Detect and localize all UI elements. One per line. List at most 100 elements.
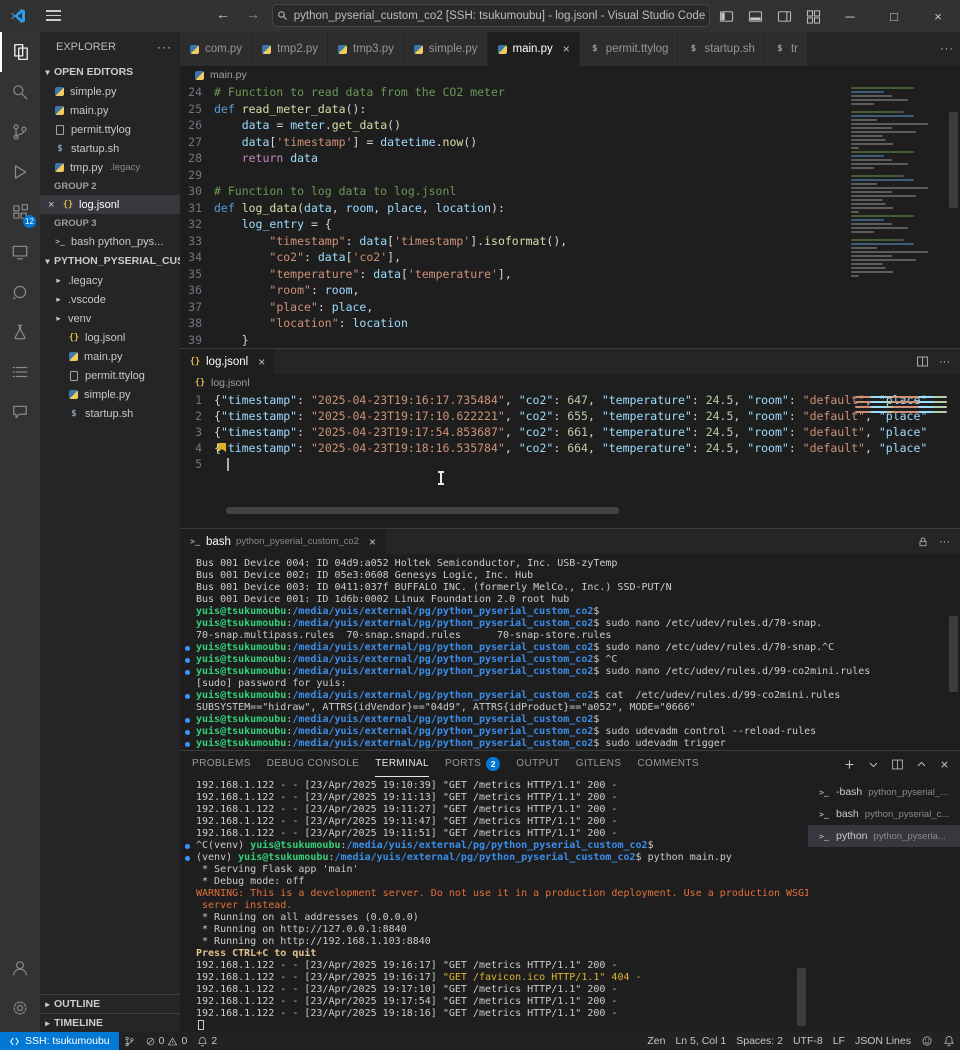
toggle-secondary-sidebar-icon[interactable] bbox=[770, 0, 799, 32]
tree-folder--legacy[interactable]: ▸.legacy bbox=[40, 271, 180, 290]
section-open-editors[interactable]: ▾OPEN EDITORS bbox=[40, 62, 180, 82]
maximize-panel-icon[interactable] bbox=[916, 759, 927, 770]
sidebar-item-bash-python-pys-[interactable]: >_bash python_pys... bbox=[40, 232, 180, 251]
activity-testing-icon[interactable] bbox=[0, 312, 40, 352]
command-decoration-icon[interactable] bbox=[185, 844, 190, 849]
minimize-button[interactable]: ─ bbox=[828, 0, 872, 32]
tab-overflow-icon[interactable]: ··· bbox=[934, 32, 960, 66]
tree-folder-venv[interactable]: ▸venv bbox=[40, 309, 180, 328]
scrollbar[interactable] bbox=[947, 84, 960, 348]
status-item-zen[interactable]: Zen bbox=[642, 1032, 670, 1050]
breadcrumb[interactable]: main.py bbox=[180, 66, 960, 84]
lock-icon[interactable] bbox=[917, 536, 929, 548]
close-icon[interactable]: × bbox=[48, 199, 57, 211]
command-decoration-icon[interactable] bbox=[185, 730, 190, 735]
activity-remote-explorer-icon[interactable] bbox=[0, 232, 40, 272]
close-icon[interactable]: × bbox=[258, 355, 265, 369]
launch-profile-chevron-icon[interactable] bbox=[868, 759, 879, 770]
editor-tab-tmp3-py[interactable]: tmp3.py bbox=[328, 32, 404, 66]
activity-jupyter-icon[interactable] bbox=[0, 272, 40, 312]
command-decoration-icon[interactable] bbox=[185, 670, 190, 675]
section-timeline[interactable]: ▸TIMELINE bbox=[40, 1013, 180, 1032]
editor-tab-com-py[interactable]: com.py bbox=[180, 32, 252, 66]
activity-account-icon[interactable] bbox=[0, 948, 40, 988]
tree-file-simple-py[interactable]: simple.py bbox=[40, 385, 180, 404]
terminal-editor[interactable]: Bus 001 Device 004: ID 04d9:a052 Holtek … bbox=[180, 554, 960, 751]
activity-comments-icon[interactable] bbox=[0, 392, 40, 432]
remote-indicator[interactable]: SSH: tsukumoubu bbox=[0, 1032, 119, 1050]
panel-tab-problems[interactable]: PROBLEMS bbox=[192, 751, 251, 777]
terminal-list-item-bash[interactable]: >_bashpython_pyserial_c... bbox=[808, 803, 960, 825]
editor-tab-log-jsonl[interactable]: {} log.jsonl × bbox=[180, 349, 275, 374]
tree-folder--vscode[interactable]: ▸.vscode bbox=[40, 290, 180, 309]
notifications-bell-icon[interactable] bbox=[938, 1032, 960, 1050]
nav-forward-icon[interactable]: → bbox=[246, 6, 260, 22]
tree-file-startup-sh[interactable]: $startup.sh bbox=[40, 404, 180, 423]
horizontal-scrollbar[interactable] bbox=[226, 507, 840, 514]
terminal-panel[interactable]: 192.168.1.122 - - [23/Apr/2025 19:10:39]… bbox=[180, 777, 808, 1032]
minimap[interactable] bbox=[851, 87, 947, 279]
editor-tab-permit-ttylog[interactable]: $permit.ttylog bbox=[580, 32, 679, 66]
panel-tab-comments[interactable]: COMMENTS bbox=[637, 751, 699, 777]
sidebar-item-permit-ttylog[interactable]: permit.ttylog bbox=[40, 120, 180, 139]
panel-tab-terminal[interactable]: TERMINAL bbox=[375, 751, 429, 777]
close-icon[interactable]: × bbox=[369, 535, 376, 549]
sidebar-item-simple-py[interactable]: simple.py bbox=[40, 82, 180, 101]
toggle-sidebar-icon[interactable] bbox=[712, 0, 741, 32]
editor-tab-simple-py[interactable]: simple.py bbox=[404, 32, 488, 66]
activity-extensions-icon[interactable]: 12 bbox=[0, 192, 40, 232]
toggle-panel-icon[interactable] bbox=[741, 0, 770, 32]
panel-tab-ports[interactable]: PORTS2 bbox=[445, 751, 500, 777]
terminal-list-item-python[interactable]: >_pythonpython_pyseria... bbox=[808, 825, 960, 847]
terminal-list-item--bash[interactable]: >_-bashpython_pyserial_... bbox=[808, 781, 960, 803]
tree-file-main-py[interactable]: main.py bbox=[40, 347, 180, 366]
activity-settings-icon[interactable] bbox=[0, 988, 40, 1028]
problems-indicator[interactable]: 0 0 bbox=[140, 1032, 193, 1050]
tree-file-log-jsonl[interactable]: {}log.jsonl bbox=[40, 328, 180, 347]
status-item-spaces-2[interactable]: Spaces: 2 bbox=[731, 1032, 788, 1050]
command-decoration-icon[interactable] bbox=[185, 694, 190, 699]
command-decoration-icon[interactable] bbox=[185, 856, 190, 861]
sidebar-item-tmp-py[interactable]: tmp.py.legacy bbox=[40, 158, 180, 177]
activity-source-control-icon[interactable] bbox=[0, 112, 40, 152]
split-terminal-icon[interactable] bbox=[891, 758, 904, 771]
close-panel-icon[interactable] bbox=[939, 759, 950, 770]
editor-tab-tmp2-py[interactable]: tmp2.py bbox=[252, 32, 328, 66]
command-decoration-icon[interactable] bbox=[185, 646, 190, 651]
activity-explorer-icon[interactable] bbox=[0, 32, 40, 72]
split-editor-icon[interactable] bbox=[916, 355, 929, 368]
section-outline[interactable]: ▸OUTLINE bbox=[40, 994, 180, 1013]
maximize-button[interactable]: □ bbox=[872, 0, 916, 32]
customize-layout-icon[interactable] bbox=[799, 0, 828, 32]
panel-tab-gitlens[interactable]: GITLENS bbox=[576, 751, 622, 777]
breadcrumb[interactable]: {} log.jsonl bbox=[180, 374, 960, 392]
source-control-indicator[interactable] bbox=[119, 1032, 140, 1050]
activity-todo-list-icon[interactable] bbox=[0, 352, 40, 392]
scrollbar[interactable] bbox=[947, 554, 960, 751]
panel-tab-output[interactable]: OUTPUT bbox=[516, 751, 560, 777]
sidebar-item-startup-sh[interactable]: $startup.sh bbox=[40, 139, 180, 158]
sidebar-item-main-py[interactable]: main.py bbox=[40, 101, 180, 120]
editor-tab-main-py[interactable]: main.py× bbox=[488, 32, 580, 66]
status-item-json-lines[interactable]: JSON Lines bbox=[850, 1032, 916, 1050]
sidebar-item-log-jsonl[interactable]: ×{}log.jsonl bbox=[40, 195, 180, 214]
ports-indicator[interactable]: 2 bbox=[192, 1032, 222, 1050]
menu-icon[interactable] bbox=[46, 10, 61, 21]
panel-tab-debug-console[interactable]: DEBUG CONSOLE bbox=[267, 751, 359, 777]
status-item-ln-5-col-1[interactable]: Ln 5, Col 1 bbox=[670, 1032, 731, 1050]
nav-back-icon[interactable]: ← bbox=[216, 6, 230, 22]
command-decoration-icon[interactable] bbox=[185, 658, 190, 663]
command-center[interactable]: python_pyserial_custom_co2 [SSH: tsukumo… bbox=[272, 4, 710, 27]
editor-tab-tr[interactable]: $tr bbox=[765, 32, 808, 66]
code-editor[interactable]: 24# Function to read data from the CO2 m… bbox=[180, 84, 960, 348]
more-actions-icon[interactable]: ··· bbox=[157, 40, 172, 54]
more-actions-icon[interactable]: ··· bbox=[939, 356, 950, 368]
new-terminal-icon[interactable] bbox=[843, 758, 856, 771]
scrollbar[interactable] bbox=[795, 777, 808, 1032]
close-button[interactable]: × bbox=[916, 0, 960, 32]
status-item-utf-8[interactable]: UTF-8 bbox=[788, 1032, 828, 1050]
editor-tab-startup-sh[interactable]: $startup.sh bbox=[678, 32, 765, 66]
tree-file-permit-ttylog[interactable]: permit.ttylog bbox=[40, 366, 180, 385]
close-icon[interactable]: × bbox=[563, 42, 570, 56]
more-actions-icon[interactable]: ··· bbox=[939, 536, 950, 548]
